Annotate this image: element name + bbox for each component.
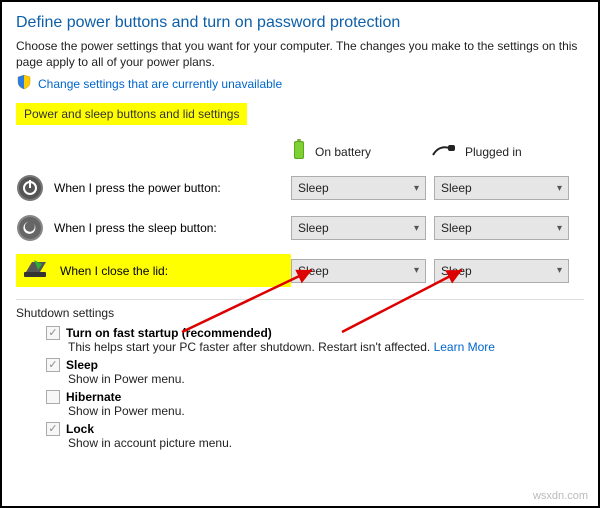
power-button-icon [16,174,44,202]
section-header-power-sleep: Power and sleep buttons and lid settings [16,103,247,125]
shutdown-header: Shutdown settings [16,306,584,320]
shield-icon [16,74,32,93]
lid-plugged-value: Sleep [441,264,472,278]
row-lid-label: When I close the lid: [60,264,168,278]
lid-plugged-combo[interactable]: Sleep ▾ [434,259,569,283]
col-battery-label: On battery [315,145,371,159]
chevron-down-icon: ▾ [557,265,562,276]
power-on-battery-combo[interactable]: Sleep ▾ [291,176,426,200]
intro-text: Choose the power settings that you want … [16,38,584,70]
sleep-opt-desc: Show in Power menu. [68,372,584,386]
chevron-down-icon: ▾ [557,223,562,234]
power-plugged-combo[interactable]: Sleep ▾ [434,176,569,200]
chevron-down-icon: ▾ [414,265,419,276]
lock-opt-desc: Show in account picture menu. [68,436,584,450]
sleep-button-icon [16,214,44,242]
battery-icon [291,139,307,164]
page-title: Define power buttons and turn on passwor… [16,14,584,32]
lid-on-battery-value: Sleep [298,264,329,278]
sleep-opt-label: Sleep [66,358,98,372]
sleep-plugged-combo[interactable]: Sleep ▾ [434,216,569,240]
sleep-on-battery-value: Sleep [298,221,329,235]
sleep-on-battery-combo[interactable]: Sleep ▾ [291,216,426,240]
lid-icon [22,258,50,283]
lock-opt-label: Lock [66,422,94,436]
hibernate-opt-desc: Show in Power menu. [68,404,584,418]
power-on-battery-value: Sleep [298,181,329,195]
sleep-plugged-value: Sleep [441,221,472,235]
row-sleep-label: When I press the sleep button: [54,221,217,235]
fast-startup-checkbox[interactable]: ✓ [46,326,60,340]
lid-on-battery-combo[interactable]: Sleep ▾ [291,259,426,283]
sleep-checkbox[interactable]: ✓ [46,358,60,372]
separator [16,299,584,300]
change-settings-link[interactable]: Change settings that are currently unava… [38,77,282,91]
learn-more-link[interactable]: Learn More [434,340,495,354]
chevron-down-icon: ▾ [414,223,419,234]
chevron-down-icon: ▾ [557,183,562,194]
fast-startup-label: Turn on fast startup (recommended) [66,326,272,340]
lock-checkbox[interactable]: ✓ [46,422,60,436]
fast-startup-desc: This helps start your PC faster after sh… [68,340,434,354]
chevron-down-icon: ▾ [414,183,419,194]
col-plugged-label: Plugged in [465,145,522,159]
watermark: wsxdn.com [533,490,588,502]
hibernate-checkbox[interactable] [46,390,60,404]
plug-icon [431,142,457,161]
hibernate-opt-label: Hibernate [66,390,121,404]
power-plugged-value: Sleep [441,181,472,195]
row-power-label: When I press the power button: [54,181,221,195]
